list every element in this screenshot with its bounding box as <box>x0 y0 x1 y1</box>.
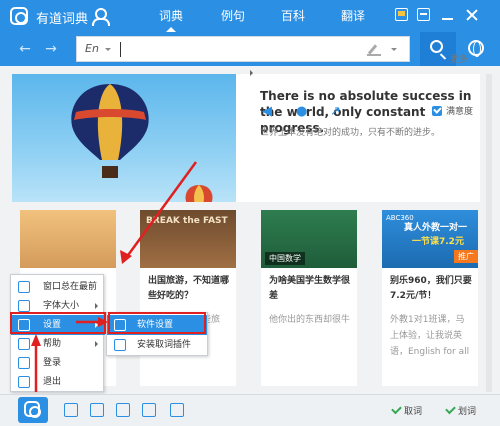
menu-item-help[interactable]: 帮助 <box>11 334 105 354</box>
news-card[interactable]: BREAK the FAST 出国旅游，不知道哪些好吃的？ 你该收藏起这些旅 <box>140 210 236 386</box>
card-image <box>20 210 116 268</box>
card-desc: 他你出的东西却很牛 <box>269 315 351 325</box>
card-image: ABC360 真人外教一对一 一节课7.2元 推广 <box>382 210 478 268</box>
minimize-icon[interactable] <box>441 8 454 21</box>
main-menu-button[interactable] <box>18 397 48 423</box>
back-arrow-icon[interactable]: ← <box>18 42 32 56</box>
chevron-down-icon[interactable] <box>105 48 111 54</box>
text-icon[interactable] <box>64 403 78 417</box>
chevron-right-icon <box>95 341 101 347</box>
card-title: 别乐960，我们只要7.2元/节！ <box>390 276 472 301</box>
forward-arrow-icon[interactable]: → <box>44 42 58 56</box>
window-icon <box>18 281 30 293</box>
globe-icon <box>468 40 484 57</box>
small-balloon-image <box>185 185 213 202</box>
card-title: 出国旅游，不知道哪些好吃的？ <box>148 276 230 301</box>
hot-air-balloon-image <box>12 74 236 202</box>
recycle-icon[interactable] <box>170 403 184 417</box>
card-image: BREAK the FAST <box>140 210 236 268</box>
skin-icon[interactable] <box>417 8 430 21</box>
microphone-icon[interactable]: ● <box>296 104 307 119</box>
menu-item-always-on-top[interactable]: 窗口总在最前 <box>11 277 105 297</box>
menu-item-login[interactable]: 登录 <box>11 353 105 373</box>
bottom-toolbar: 取词 划词 <box>0 394 500 426</box>
text-cursor <box>120 42 121 57</box>
submenu-item-install-plugin[interactable]: 安装取词插件 <box>107 335 207 355</box>
more-link[interactable]: 更多 <box>450 52 468 65</box>
arrow-head <box>120 250 132 264</box>
card-image: 中国数学 <box>261 210 357 268</box>
tab-translate[interactable]: 翻译 <box>330 0 376 32</box>
language-selector[interactable]: En <box>85 42 99 55</box>
satisfaction-checkbox[interactable] <box>432 106 442 116</box>
chevron-down-icon[interactable] <box>391 48 397 54</box>
play-icon[interactable] <box>250 70 256 76</box>
font-icon <box>18 300 30 312</box>
highlight-box <box>10 312 106 334</box>
satisfaction-label: 满意度 <box>446 107 474 117</box>
word-capture-toggle[interactable]: 取词 <box>392 404 422 417</box>
search-input[interactable]: En <box>76 36 410 62</box>
scrollbar[interactable] <box>486 74 492 392</box>
handwriting-icon[interactable] <box>367 44 381 56</box>
daily-translation: 世界上本没有绝对的成功，只有不断的进步。 <box>260 128 441 138</box>
chevron-right-icon <box>95 303 101 309</box>
tab-encyclopedia[interactable]: 百科 <box>270 0 316 32</box>
search-icon <box>430 40 443 53</box>
app-logo-icon <box>24 401 41 418</box>
download-icon <box>114 339 126 351</box>
highlight-box <box>108 312 206 334</box>
news-card[interactable]: 中国数学 为啥美国学生数学很差 他你出的东西却很牛 <box>261 210 357 386</box>
user-icon[interactable] <box>92 8 110 26</box>
card-title: 为啥美国学生数学很差 <box>269 276 351 301</box>
card-desc: 外教1对1班课，马上体验，让我说英语，English for all <box>390 315 470 357</box>
volume-icon[interactable]: ◀ <box>262 104 272 119</box>
title-bar: 有道词典 词典 例句 百科 翻译 <box>0 0 500 32</box>
daily-sentence-card: There is no absolute success in the worl… <box>12 74 480 202</box>
exit-icon <box>18 376 30 388</box>
user-icon <box>18 357 30 369</box>
image-icon[interactable] <box>90 403 104 417</box>
news-card[interactable]: ABC360 真人外教一对一 一节课7.2元 推广 别乐960，我们只要7.2元… <box>382 210 478 386</box>
word-select-toggle[interactable]: 划词 <box>446 404 476 417</box>
document-icon[interactable] <box>142 403 156 417</box>
mini-mode-icon[interactable] <box>395 8 408 21</box>
balloon-image <box>71 84 149 178</box>
tab-examples[interactable]: 例句 <box>210 0 256 32</box>
pen-icon[interactable] <box>116 403 130 417</box>
tab-dictionary[interactable]: 词典 <box>148 0 194 32</box>
app-logo-icon <box>10 7 28 25</box>
close-icon[interactable] <box>465 8 478 21</box>
help-icon <box>18 338 30 350</box>
share-icon[interactable]: ↗ <box>330 104 341 119</box>
menu-item-exit[interactable]: 退出 <box>11 372 105 392</box>
app-title: 有道词典 <box>36 12 89 27</box>
